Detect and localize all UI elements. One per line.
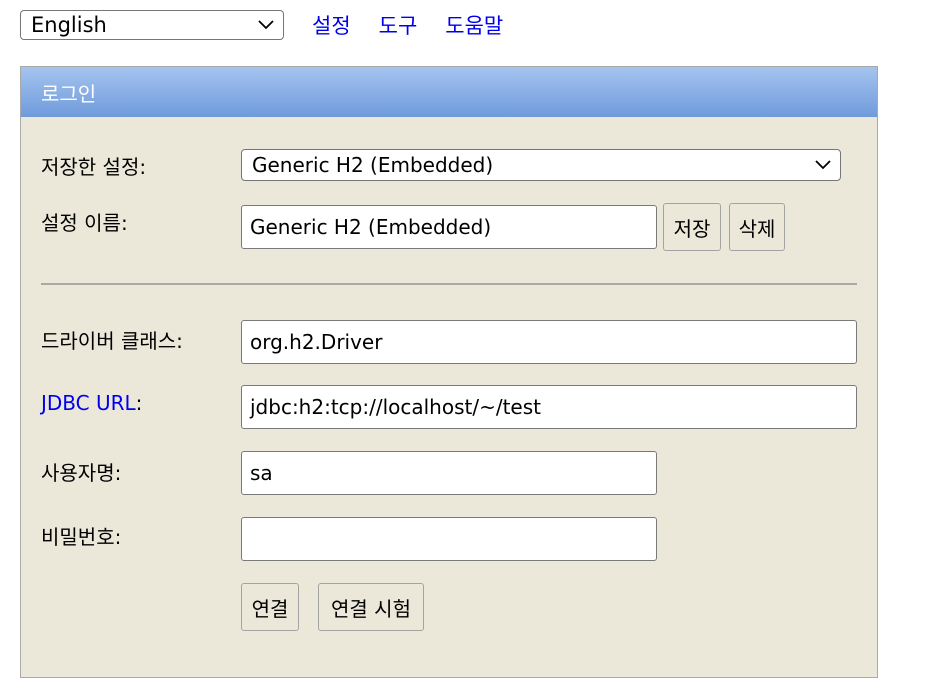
language-select[interactable]: English bbox=[20, 10, 284, 40]
saved-settings-value: Generic H2 (Embedded) bbox=[252, 153, 494, 177]
delete-button[interactable]: 삭제 bbox=[729, 203, 785, 251]
login-panel: 로그인 저장한 설정: Generic H2 (Embedded) 설정 이름:… bbox=[20, 66, 878, 678]
language-select-value: English bbox=[31, 13, 107, 37]
top-links: 설정 도구 도움말 bbox=[312, 10, 503, 40]
driver-class-input[interactable]: org.h2.Driver bbox=[241, 320, 857, 364]
chevron-down-icon bbox=[814, 156, 832, 174]
jdbc-url-label: JDBC URL: bbox=[41, 391, 142, 415]
setting-name-label: 설정 이름: bbox=[41, 211, 128, 235]
jdbc-url-link[interactable]: JDBC URL bbox=[41, 391, 136, 415]
password-label: 비밀번호: bbox=[41, 525, 122, 549]
driver-class-label: 드라이버 클래스: bbox=[41, 329, 183, 353]
username-input[interactable]: sa bbox=[241, 451, 657, 495]
test-connection-button[interactable]: 연결 시험 bbox=[318, 583, 424, 631]
divider bbox=[41, 283, 857, 285]
top-bar: English 설정 도구 도움말 bbox=[20, 8, 503, 42]
settings-link[interactable]: 설정 bbox=[312, 10, 351, 40]
panel-title: 로그인 bbox=[21, 67, 877, 117]
jdbc-url-colon: : bbox=[135, 391, 143, 415]
help-link[interactable]: 도움말 bbox=[445, 10, 503, 40]
tools-link[interactable]: 도구 bbox=[379, 10, 418, 40]
saved-settings-select[interactable]: Generic H2 (Embedded) bbox=[241, 149, 841, 181]
username-label: 사용자명: bbox=[41, 461, 122, 485]
setting-name-input[interactable]: Generic H2 (Embedded) bbox=[241, 205, 657, 249]
save-button[interactable]: 저장 bbox=[663, 203, 721, 251]
chevron-down-icon bbox=[257, 16, 275, 34]
connect-button[interactable]: 연결 bbox=[241, 583, 299, 631]
jdbc-url-input[interactable]: jdbc:h2:tcp://localhost/~/test bbox=[241, 385, 857, 429]
saved-settings-label: 저장한 설정: bbox=[41, 155, 147, 179]
password-input[interactable] bbox=[241, 517, 657, 561]
